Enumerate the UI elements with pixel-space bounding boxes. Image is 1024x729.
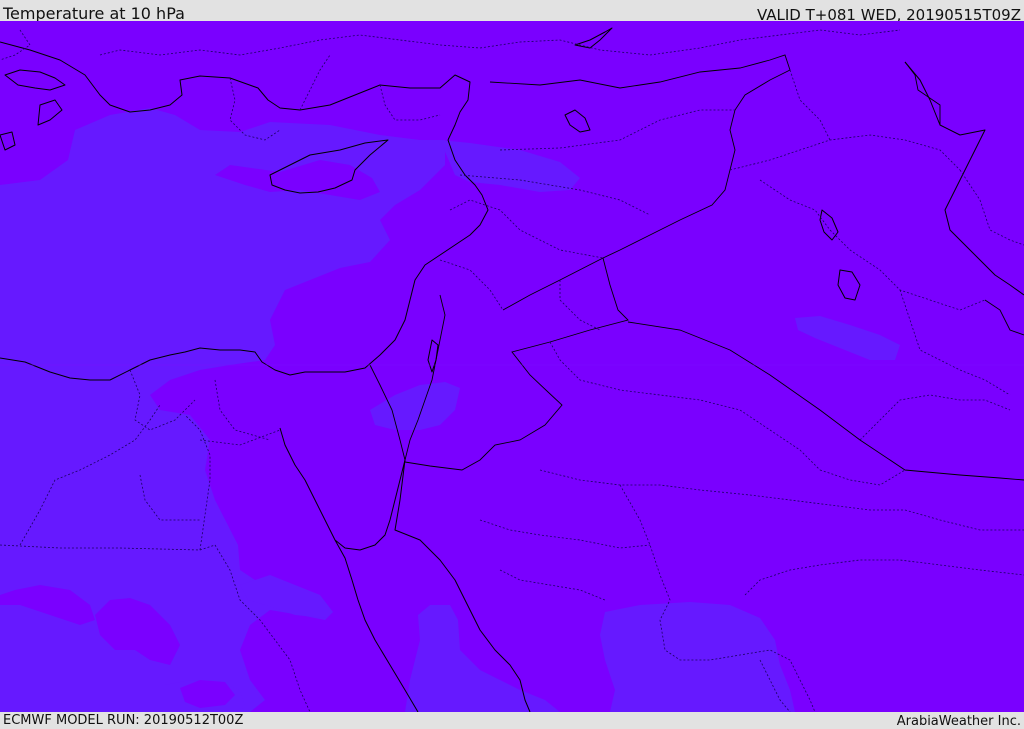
header-bar: Temperature at 10 hPa VALID T+081 WED, 2… (0, 0, 1024, 24)
map-canvas (0, 21, 1024, 712)
credit-label: ArabiaWeather Inc. (896, 714, 1021, 729)
forecast-map-frame: Temperature at 10 hPa VALID T+081 WED, 2… (0, 0, 1024, 729)
model-run-label: ECMWF MODEL RUN: 20190512T00Z (3, 713, 244, 728)
temperature-map (0, 21, 1024, 712)
footer-bar: ECMWF MODEL RUN: 20190512T00Z ArabiaWeat… (0, 712, 1024, 729)
